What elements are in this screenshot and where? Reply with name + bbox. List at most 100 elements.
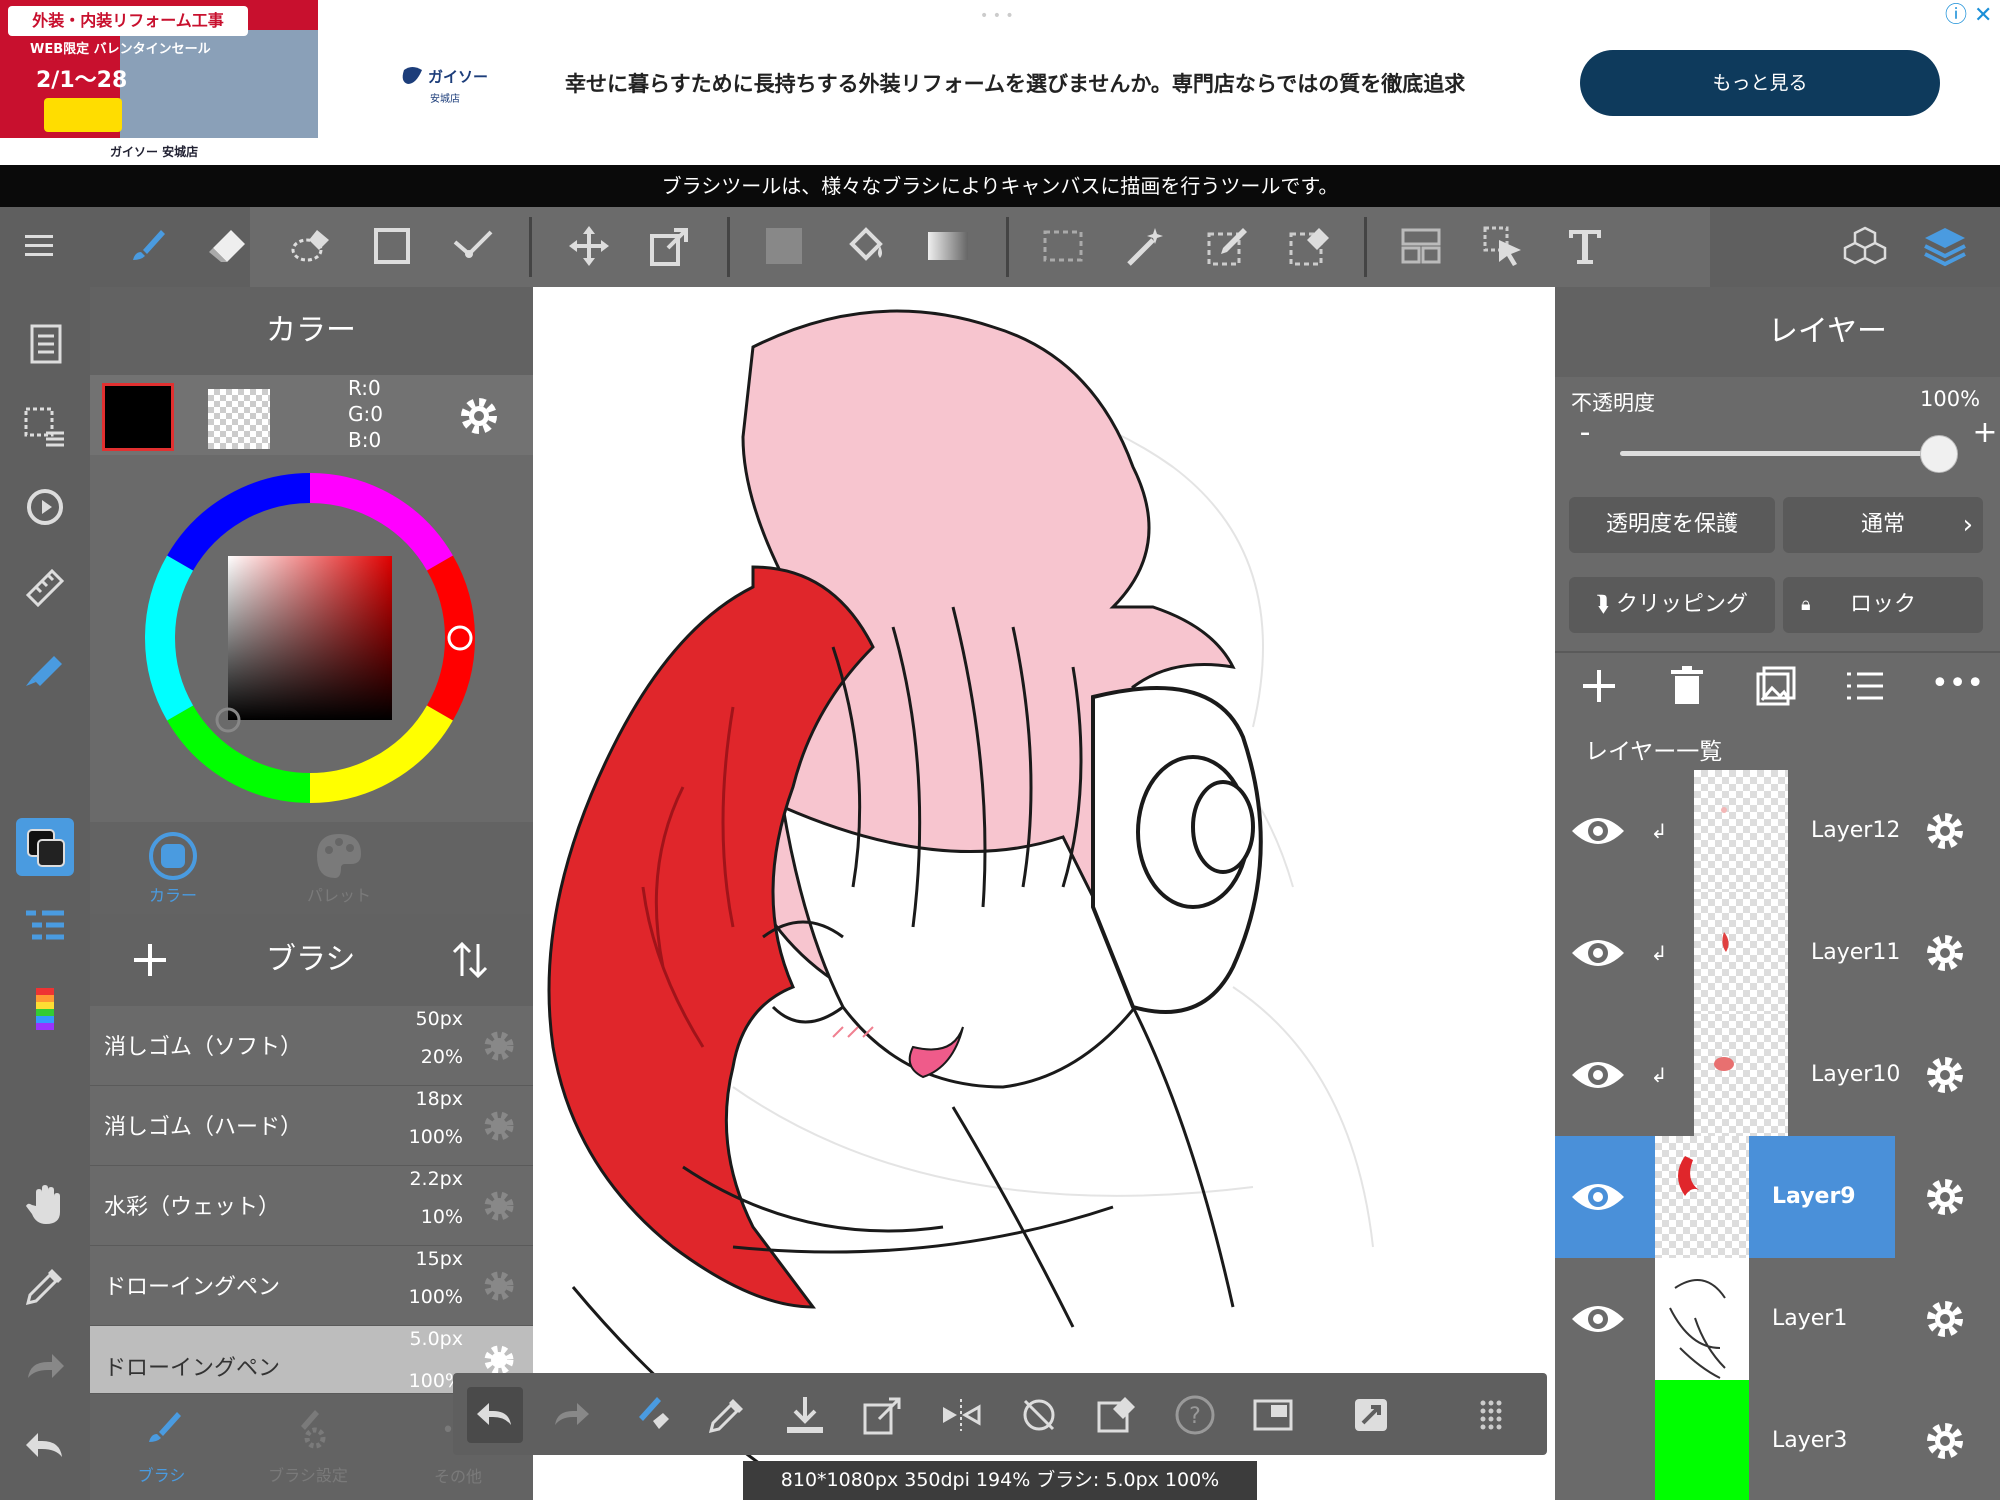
- layer-row[interactable]: Layer1: [1555, 1258, 2000, 1380]
- brush-settings-button[interactable]: [479, 1026, 519, 1066]
- redo-button[interactable]: [16, 1338, 74, 1396]
- selection-menu-button[interactable]: [16, 397, 74, 455]
- shape-tool-button[interactable]: [363, 217, 421, 275]
- layer-row[interactable]: ↲ Layer11: [1555, 892, 2000, 1014]
- layer-row-selected[interactable]: Layer9: [1555, 1136, 2000, 1258]
- lasso-fill-button[interactable]: [282, 217, 340, 275]
- tab-brush-settings[interactable]: ブラシ設定: [233, 1394, 383, 1500]
- quick-window-button[interactable]: [1245, 1387, 1301, 1443]
- more-options-icon[interactable]: •••: [1931, 664, 1984, 708]
- transform-tool-button[interactable]: [641, 217, 699, 275]
- brush-panel-toggle[interactable]: [16, 899, 74, 957]
- eyedropper-button[interactable]: [16, 1257, 74, 1315]
- drawing-canvas[interactable]: [533, 287, 1555, 1500]
- snap-button[interactable]: [16, 640, 74, 698]
- tab-palette[interactable]: パレット: [256, 822, 422, 914]
- tab-color[interactable]: カラー: [90, 822, 256, 914]
- delete-layer-button[interactable]: [1665, 664, 1709, 708]
- layers-toggle-button[interactable]: [1916, 217, 1974, 275]
- sort-brush-button[interactable]: [446, 936, 494, 984]
- material-button[interactable]: [1836, 217, 1894, 275]
- visibility-toggle[interactable]: [1555, 770, 1641, 892]
- layer-list-button[interactable]: [1843, 664, 1887, 708]
- quick-help-button[interactable]: ?: [1167, 1387, 1223, 1443]
- opacity-increase-button[interactable]: +: [1965, 415, 2000, 455]
- ad-headline[interactable]: 幸せに暮らすために長持ちする外装リフォームを選びませんか。専門店ならではの質を徹…: [565, 68, 1465, 98]
- quick-rotate-reset-button[interactable]: [1011, 1387, 1067, 1443]
- brush-tool-button[interactable]: [118, 217, 176, 275]
- layer-row[interactable]: ↲ Layer10: [1555, 1014, 2000, 1136]
- add-brush-button[interactable]: [126, 936, 174, 984]
- quick-transform-button[interactable]: [855, 1387, 911, 1443]
- layer-settings-button[interactable]: [1920, 806, 1970, 856]
- quick-bar-menu-button[interactable]: [1463, 1387, 1519, 1443]
- move-tool-button[interactable]: [560, 217, 618, 275]
- fill-color-button[interactable]: [755, 217, 813, 275]
- color-wheel[interactable]: [142, 470, 478, 806]
- ad-brand-logo[interactable]: ガイソー 安城店: [400, 62, 500, 106]
- operation-tool-button[interactable]: [1474, 217, 1532, 275]
- text-tool-button[interactable]: [1556, 217, 1614, 275]
- opacity-slider-thumb[interactable]: [1920, 435, 1958, 473]
- brush-item[interactable]: ドローイングペン 15px 100%: [90, 1246, 533, 1326]
- quick-redo-button[interactable]: [543, 1387, 599, 1443]
- line-tool-button[interactable]: [444, 217, 502, 275]
- add-layer-button[interactable]: [1577, 664, 1621, 708]
- layer-row[interactable]: Layer3: [1555, 1380, 2000, 1500]
- ad-image[interactable]: 外装・内装リフォーム工事 WEB限定 バレンタインセール 2/1〜28 ガイソー…: [0, 0, 318, 165]
- page-manager-button[interactable]: [16, 316, 74, 374]
- ruler-button[interactable]: [16, 559, 74, 617]
- layer-settings-button[interactable]: [1920, 928, 1970, 978]
- quick-brush-eraser-toggle[interactable]: [621, 1387, 677, 1443]
- info-icon[interactable]: ⓘ: [1945, 3, 1967, 28]
- tab-brush[interactable]: ブラシ: [90, 1394, 233, 1500]
- layer-settings-button[interactable]: [1920, 1294, 1970, 1344]
- frame-divide-button[interactable]: [1392, 217, 1450, 275]
- opacity-slider-track[interactable]: [1620, 451, 1930, 456]
- undo-button[interactable]: [16, 1417, 74, 1475]
- layer-settings-button[interactable]: [1920, 1416, 1970, 1466]
- brush-settings-button[interactable]: [479, 1106, 519, 1146]
- visibility-toggle[interactable]: [1555, 1136, 1641, 1258]
- quick-eyedropper-button[interactable]: [699, 1387, 755, 1443]
- quick-select-eraser-button[interactable]: [1089, 1387, 1145, 1443]
- layer-settings-button[interactable]: [1920, 1050, 1970, 1100]
- quick-flip-button[interactable]: [933, 1387, 989, 1443]
- visibility-toggle[interactable]: [1555, 1258, 1641, 1380]
- ad-cta-button[interactable]: もっと見る: [1580, 50, 1940, 116]
- brush-settings-button[interactable]: [479, 1186, 519, 1226]
- color-settings-button[interactable]: [454, 391, 504, 441]
- layer-row[interactable]: ↲ Layer12: [1555, 770, 2000, 892]
- quick-save-button[interactable]: [777, 1387, 833, 1443]
- lock-button[interactable]: 🔒︎ ロック: [1783, 577, 1983, 633]
- brush-settings-button[interactable]: [479, 1266, 519, 1306]
- visibility-toggle[interactable]: [1555, 892, 1641, 1014]
- brush-item[interactable]: 消しゴム（ハード） 18px 100%: [90, 1086, 533, 1166]
- gradient-tool-button[interactable]: [919, 217, 977, 275]
- opacity-decrease-button[interactable]: -: [1565, 415, 1605, 455]
- visibility-toggle[interactable]: [1555, 1014, 1641, 1136]
- ad-close-controls[interactable]: ⓘ ✕: [1945, 4, 1995, 28]
- rotate-canvas-button[interactable]: [16, 478, 74, 536]
- brush-item[interactable]: 消しゴム（ソフト） 50px 20%: [90, 1006, 533, 1086]
- primary-color-swatch[interactable]: [102, 383, 174, 451]
- select-pen-button[interactable]: [1198, 217, 1256, 275]
- ad-banner[interactable]: 外装・内装リフォーム工事 WEB限定 バレンタインセール 2/1〜28 ガイソー…: [0, 0, 2000, 165]
- select-eraser-button[interactable]: [1280, 217, 1338, 275]
- clipping-button[interactable]: ⮯ クリッピング: [1569, 577, 1775, 633]
- select-tool-button[interactable]: [1034, 217, 1092, 275]
- palette-panel-toggle[interactable]: [16, 980, 74, 1038]
- brush-item[interactable]: 水彩（ウェット） 2.2px 10%: [90, 1166, 533, 1246]
- quick-undo-button[interactable]: [467, 1387, 523, 1443]
- blend-mode-select[interactable]: 通常 ›: [1783, 497, 1983, 553]
- menu-button[interactable]: [10, 217, 68, 275]
- protect-alpha-button[interactable]: 透明度を保護: [1569, 497, 1775, 553]
- magic-wand-button[interactable]: [1116, 217, 1174, 275]
- bucket-tool-button[interactable]: [837, 217, 895, 275]
- close-icon[interactable]: ✕: [1967, 3, 1992, 28]
- eraser-tool-button[interactable]: [198, 217, 256, 275]
- secondary-color-swatch[interactable]: [208, 389, 270, 449]
- visibility-toggle[interactable]: [1555, 1380, 1641, 1500]
- layer-image-button[interactable]: [1754, 664, 1798, 708]
- hand-tool-button[interactable]: [16, 1176, 74, 1234]
